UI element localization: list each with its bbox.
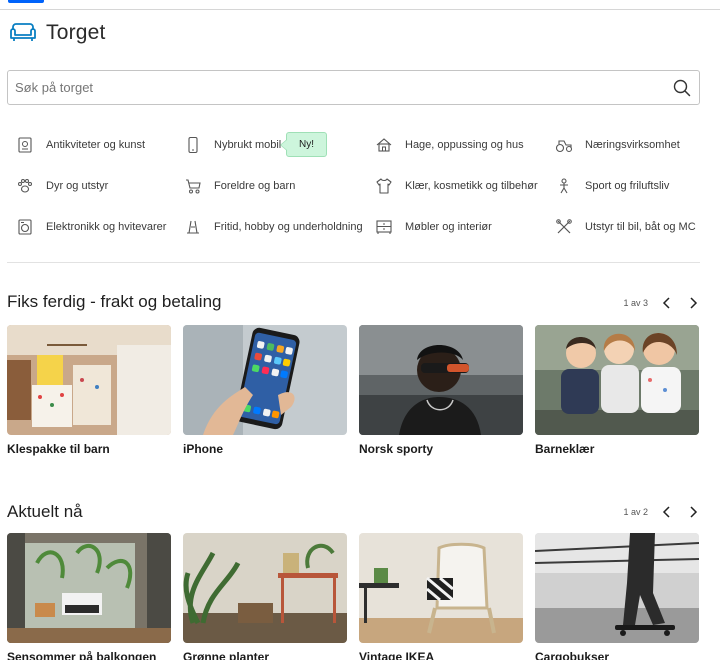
card-children-clothes[interactable]: Barneklær bbox=[535, 325, 699, 456]
search-input[interactable] bbox=[15, 80, 665, 95]
card-green-plants[interactable]: Grønne planter bbox=[183, 533, 347, 660]
category-label: Møbler og interiør bbox=[405, 221, 492, 233]
balcony-photo bbox=[7, 533, 171, 643]
ikea-chair-photo bbox=[359, 533, 523, 643]
page-title: Torget bbox=[46, 21, 106, 44]
card-label: Grønne planter bbox=[183, 650, 270, 660]
bicycle-icon bbox=[560, 178, 568, 194]
kids-clothes-photo bbox=[7, 325, 171, 435]
card-norsk-sporty[interactable]: Norsk sporty bbox=[359, 325, 523, 456]
card-iphone[interactable]: iPhone bbox=[183, 325, 347, 456]
category-label: Foreldre og barn bbox=[214, 180, 296, 192]
category-business[interactable]: Næringsvirksomhet bbox=[555, 135, 680, 155]
card-label: Cargobukser bbox=[535, 650, 610, 660]
new-badge: Ny! bbox=[280, 132, 327, 157]
card-image bbox=[7, 325, 171, 435]
previous-button[interactable] bbox=[660, 296, 674, 310]
category-animals[interactable]: Dyr og utstyr bbox=[16, 176, 108, 196]
next-button[interactable] bbox=[686, 296, 700, 310]
category-mobile[interactable]: Nybrukt mobil bbox=[184, 135, 281, 155]
category-garden-house[interactable]: Hage, oppussing og hus bbox=[375, 135, 524, 155]
category-label: Sport og friluftsliv bbox=[585, 180, 670, 192]
category-hobby[interactable]: Fritid, hobby og underholdning bbox=[184, 217, 363, 237]
category-parents-children[interactable]: Foreldre og barn bbox=[184, 176, 295, 196]
sporty-man-photo bbox=[359, 325, 523, 435]
stroller-icon bbox=[186, 179, 201, 194]
pager-count: 1 av 2 bbox=[623, 507, 648, 517]
card-label: Barneklær bbox=[535, 442, 595, 456]
paw-icon bbox=[18, 179, 32, 193]
card-image bbox=[535, 325, 699, 435]
search-box[interactable] bbox=[7, 70, 700, 105]
sofa-icon bbox=[10, 23, 36, 41]
washing-machine-icon bbox=[18, 219, 32, 235]
next-button[interactable] bbox=[686, 505, 700, 519]
pager: 1 av 3 bbox=[623, 296, 700, 310]
page-header: Torget bbox=[8, 20, 106, 46]
card-label: Sensommer på balkongen bbox=[7, 650, 157, 660]
house-icon bbox=[376, 138, 392, 152]
top-bar bbox=[0, 0, 720, 10]
children-photo bbox=[535, 325, 699, 435]
card-image bbox=[7, 533, 171, 643]
section-title: Fiks ferdig - frakt og betaling bbox=[7, 292, 222, 311]
chevron-right-icon bbox=[690, 297, 698, 309]
card-label: Klespakke til barn bbox=[7, 442, 110, 456]
category-furniture[interactable]: Møbler og interiør bbox=[375, 217, 492, 237]
chevron-right-icon bbox=[690, 506, 698, 518]
section-title: Aktuelt nå bbox=[7, 502, 83, 521]
card-image bbox=[359, 325, 523, 435]
category-label: Hage, oppussing og hus bbox=[405, 139, 524, 151]
cargo-pants-photo bbox=[535, 533, 699, 643]
category-antiques[interactable]: Antikviteter og kunst bbox=[16, 135, 145, 155]
plants-photo bbox=[183, 533, 347, 643]
tools-icon bbox=[556, 219, 572, 234]
previous-button[interactable] bbox=[660, 505, 674, 519]
card-image bbox=[359, 533, 523, 643]
category-label: Antikviteter og kunst bbox=[46, 139, 146, 151]
card-image bbox=[183, 325, 347, 435]
search-icon bbox=[673, 79, 691, 96]
category-label: Utstyr til bil, båt og MC bbox=[585, 221, 696, 233]
card-label: Vintage IKEA bbox=[359, 650, 435, 660]
category-label: Fritid, hobby og underholdning bbox=[214, 221, 363, 233]
search-button[interactable] bbox=[665, 71, 699, 104]
category-label: Næringsvirksomhet bbox=[585, 139, 680, 151]
chevron-left-icon bbox=[662, 297, 670, 309]
category-label: Klær, kosmetikk og tilbehør bbox=[405, 180, 538, 192]
mobile-icon bbox=[188, 136, 198, 154]
pager-count: 1 av 3 bbox=[623, 298, 648, 308]
iphone-photo bbox=[183, 325, 347, 435]
card-vintage-ikea[interactable]: Vintage IKEA bbox=[359, 533, 523, 660]
card-image bbox=[183, 533, 347, 643]
category-label: Elektronikk og hvitevarer bbox=[46, 221, 167, 233]
category-vehicle-equipment[interactable]: Utstyr til bil, båt og MC bbox=[555, 217, 696, 237]
category-label: Nybrukt mobil bbox=[214, 139, 282, 151]
category-electronics[interactable]: Elektronikk og hvitevarer bbox=[16, 217, 166, 237]
card-label: Norsk sporty bbox=[359, 442, 434, 456]
category-sport[interactable]: Sport og friluftsliv bbox=[555, 176, 669, 196]
card-balcony[interactable]: Sensommer på balkongen bbox=[7, 533, 171, 660]
category-label: Dyr og utstyr bbox=[46, 180, 109, 192]
antique-icon bbox=[18, 137, 32, 153]
card-label: iPhone bbox=[183, 442, 224, 456]
card-cargo-pants[interactable]: Cargobukser bbox=[535, 533, 699, 660]
hobby-icon bbox=[187, 220, 199, 234]
pager: 1 av 2 bbox=[623, 505, 700, 519]
divider bbox=[7, 262, 700, 263]
card-image bbox=[535, 533, 699, 643]
category-clothes[interactable]: Klær, kosmetikk og tilbehør bbox=[375, 176, 538, 196]
dresser-icon bbox=[376, 220, 392, 234]
top-bar-accent bbox=[8, 0, 44, 3]
shirt-icon bbox=[376, 178, 392, 194]
chevron-left-icon bbox=[662, 506, 670, 518]
tractor-icon bbox=[555, 140, 573, 153]
card-kids-clothes-bundle[interactable]: Klespakke til barn bbox=[7, 325, 171, 456]
